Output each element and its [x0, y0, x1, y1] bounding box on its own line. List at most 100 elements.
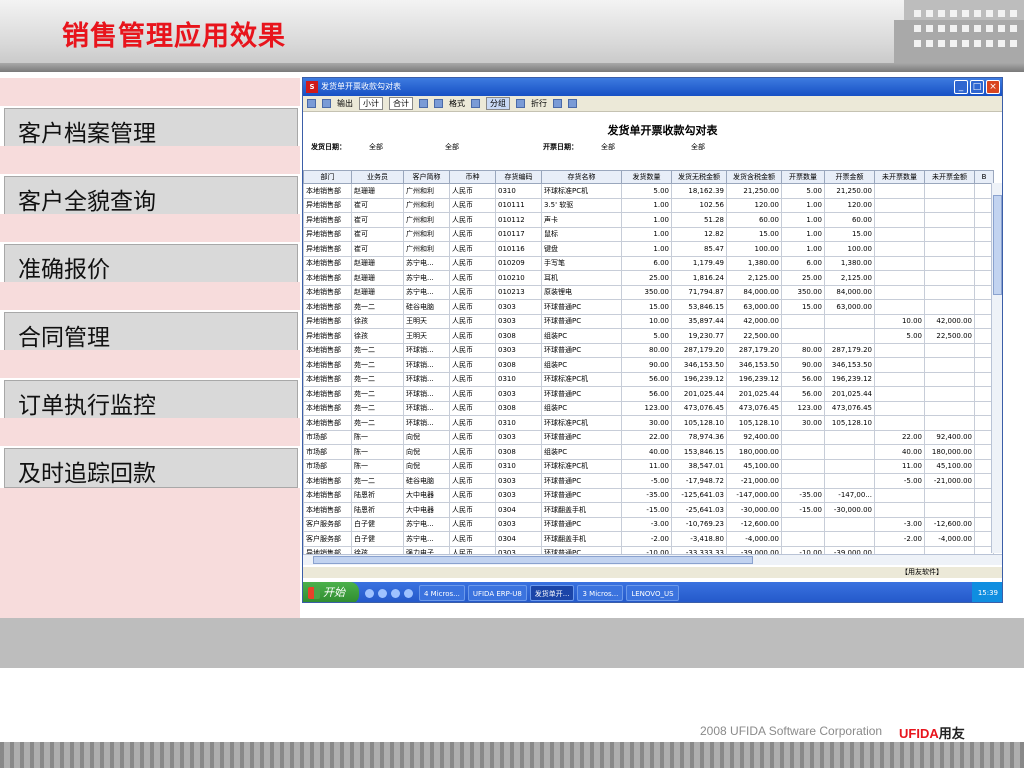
taskbar-task[interactable]: 4 Micros...: [419, 585, 465, 601]
table-row[interactable]: 异地销售部 崔可 广州和利 人民币 010116 键盘 1.00 85.47 100.00 1.0…: [303, 241, 994, 257]
table-cell: 56.00: [781, 371, 825, 387]
table-row[interactable]: 市场部 陈一 向倪 人民币 0310 环球标准PC机 11.00 38,547.01 45,10…: [303, 458, 994, 474]
table-row[interactable]: 本地销售部 赵珊珊 苏宁电... 人民币 010209 手写笔 6.00 1,179.49 1,…: [303, 255, 994, 271]
table-row[interactable]: 本地销售部 赵珊珊 苏宁电... 人民币 010210 耳机 25.00 1,816.24 2,…: [303, 270, 994, 286]
table-row[interactable]: 异地销售部 崔可 广州和利 人民币 010111 3.5' 软驱 1.00 102.56 120…: [303, 197, 994, 213]
vertical-scrollbar[interactable]: [991, 183, 1002, 553]
table-row[interactable]: 异地销售部 徐孩 王明天 人民币 0308 组装PC 5.00 19,230.77 22,500…: [303, 328, 994, 344]
preview-icon[interactable]: [322, 99, 331, 108]
table-row[interactable]: 客户服务部 白子健 苏宁电... 人民币 0304 环球翻盖手机 -2.00 -3,418.8…: [303, 531, 994, 547]
table-cell: 环球普通PC: [541, 473, 622, 489]
column-header[interactable]: 未开票数量: [874, 170, 925, 184]
column-header[interactable]: 发货数量: [621, 170, 672, 184]
menu-item-quotation[interactable]: 准确报价: [0, 214, 300, 284]
columns-icon[interactable]: [516, 99, 525, 108]
quick-launch-icon[interactable]: [365, 588, 374, 598]
column-header[interactable]: 客户简称: [403, 170, 450, 184]
column-header[interactable]: 存货编码: [495, 170, 542, 184]
column-header[interactable]: 币种: [449, 170, 496, 184]
table-row[interactable]: 本地销售部 陆恩祈 大中电器 人民币 0304 环球翻盖手机 -15.00 -25,641.0…: [303, 502, 994, 518]
table-cell: 环球销...: [403, 386, 450, 402]
column-header[interactable]: 业务员: [351, 170, 404, 184]
print-icon[interactable]: [307, 99, 316, 108]
column-header[interactable]: 开票金额: [824, 170, 875, 184]
table-cell: 环球销...: [403, 415, 450, 431]
column-header[interactable]: 部门: [303, 170, 352, 184]
taskbar-task[interactable]: 发货单开...: [529, 585, 575, 601]
menu-item-customer-overview[interactable]: 客户全貌查询: [0, 146, 300, 216]
table-cell: 35,897.44: [671, 313, 727, 329]
table-cell: 346,153.50: [726, 357, 782, 373]
minimize-button[interactable]: _: [954, 80, 968, 94]
table-row[interactable]: 本地销售部 苑一二 环球销... 人民币 0308 组装PC 90.00 346,153.50…: [303, 357, 994, 373]
format-button[interactable]: 格式: [449, 98, 465, 109]
locate-icon[interactable]: [434, 99, 443, 108]
quick-launch-icon[interactable]: [404, 588, 413, 598]
table-row[interactable]: 本地销售部 苑一二 硅谷电脑 人民币 0303 环球普通PC -5.00 -17,948.72…: [303, 473, 994, 489]
start-button[interactable]: 开始: [303, 582, 359, 602]
table-cell: -21,000.00: [924, 473, 975, 489]
group-button[interactable]: 分组: [486, 97, 510, 110]
table-row[interactable]: 本地销售部 苑一二 环球销... 人民币 0310 环球标准PC机 56.00 196,239…: [303, 371, 994, 387]
table-cell: 异地销售部: [303, 197, 352, 213]
table-row[interactable]: 异地销售部 崔可 广州和利 人民币 010117 鼠标 1.00 12.82 15.00 1.00…: [303, 226, 994, 242]
export-button[interactable]: 输出: [337, 98, 353, 109]
table-cell: [781, 516, 825, 532]
table-cell: 人民币: [449, 487, 496, 503]
help-icon[interactable]: [553, 99, 562, 108]
column-header[interactable]: 发货含税金额: [726, 170, 782, 184]
table-cell: -2.00: [621, 531, 672, 547]
taskbar-task[interactable]: LENOVO_US: [626, 585, 679, 601]
scroll-thumb[interactable]: [993, 195, 1002, 295]
table-row[interactable]: 本地销售部 苑一二 环球销... 人民币 0310 环球标准PC机 30.00 105,128…: [303, 415, 994, 431]
table-cell: [924, 487, 975, 503]
table-row[interactable]: 本地销售部 苑一二 环球销... 人民币 0303 环球普通PC 56.00 201,025.…: [303, 386, 994, 402]
total-button[interactable]: 合计: [389, 97, 413, 110]
table-cell: 123.00: [621, 400, 672, 416]
column-header[interactable]: 开票数量: [781, 170, 825, 184]
taskbar-task[interactable]: UFIDA ERP-U8: [467, 585, 527, 601]
table-row[interactable]: 本地销售部 陆恩祈 大中电器 人民币 0303 环球普通PC -35.00 -125,641.…: [303, 487, 994, 503]
column-header[interactable]: 发货无税金额: [671, 170, 727, 184]
menu-item-contract[interactable]: 合同管理: [0, 282, 300, 352]
table-row[interactable]: 市场部 陈一 向倪 人民币 0303 环球普通PC 22.00 78,974.36 92,400…: [303, 429, 994, 445]
filter-icon[interactable]: [471, 99, 480, 108]
quick-launch-icon[interactable]: [378, 588, 387, 598]
table-cell: 21,250.00: [726, 183, 782, 199]
quick-launch-icon[interactable]: [391, 588, 400, 598]
table-row[interactable]: 客户服务部 白子健 苏宁电... 人民币 0303 环球普通PC -3.00 -10,769.…: [303, 516, 994, 532]
column-header[interactable]: 存货名称: [541, 170, 622, 184]
table-row[interactable]: 市场部 陈一 向倪 人民币 0308 组装PC 40.00 153,846.15 180,000…: [303, 444, 994, 460]
close-button[interactable]: ×: [986, 80, 1000, 94]
subtotal-button[interactable]: 小计: [359, 97, 383, 110]
column-header[interactable]: 未开票金额: [924, 170, 975, 184]
table-cell: [824, 531, 875, 547]
table-cell: [874, 487, 925, 503]
column-header[interactable]: B: [974, 170, 994, 184]
table-row[interactable]: 本地销售部 赵珊珊 苏宁电... 人民币 010213 原装锂电 350.00 71,794.…: [303, 284, 994, 300]
table-row[interactable]: 本地销售部 苑一二 环球销... 人民币 0303 环球普通PC 80.00 287,179.…: [303, 342, 994, 358]
table-row[interactable]: 本地销售部 苑一二 环球销... 人民币 0308 组装PC 123.00 473,076.4…: [303, 400, 994, 416]
table-cell: 苑一二: [351, 386, 404, 402]
table-cell: 0310: [495, 183, 542, 199]
menu-item-payment-tracking[interactable]: 及时追踪回款: [0, 418, 300, 488]
exit-icon[interactable]: [568, 99, 577, 108]
clock: 15:39: [977, 589, 998, 597]
table-cell: 人民币: [449, 241, 496, 257]
save-icon[interactable]: [419, 99, 428, 108]
taskbar-task[interactable]: 3 Micros...: [577, 585, 624, 601]
maximize-button[interactable]: □: [970, 80, 984, 94]
menu-item-order-monitor[interactable]: 订单执行监控: [0, 350, 300, 420]
menu-item-customer-archive[interactable]: 客户档案管理: [0, 78, 300, 148]
window-titlebar[interactable]: S 发货单开票收款勾对表 _ □ ×: [303, 78, 1002, 96]
horizontal-scrollbar[interactable]: [303, 554, 1002, 565]
table-cell: 010112: [495, 212, 542, 228]
scroll-thumb[interactable]: [313, 556, 753, 564]
table-row[interactable]: 异地销售部 崔可 广州和利 人民币 010112 声卡 1.00 51.28 60.00 1.00…: [303, 212, 994, 228]
table-cell: [874, 183, 925, 199]
table-row[interactable]: 本地销售部 赵珊珊 广州和利 人民币 0310 环球标准PC机 5.00 18,162.39 2…: [303, 183, 994, 199]
status-bar: 【用友软件】: [303, 567, 1002, 578]
table-row[interactable]: 本地销售部 苑一二 硅谷电脑 人民币 0303 环球普通PC 15.00 53,846.15 6…: [303, 299, 994, 315]
wrap-button[interactable]: 折行: [531, 98, 547, 109]
table-row[interactable]: 异地销售部 徐孩 王明天 人民币 0303 环球普通PC 10.00 35,897.44 42,…: [303, 313, 994, 329]
